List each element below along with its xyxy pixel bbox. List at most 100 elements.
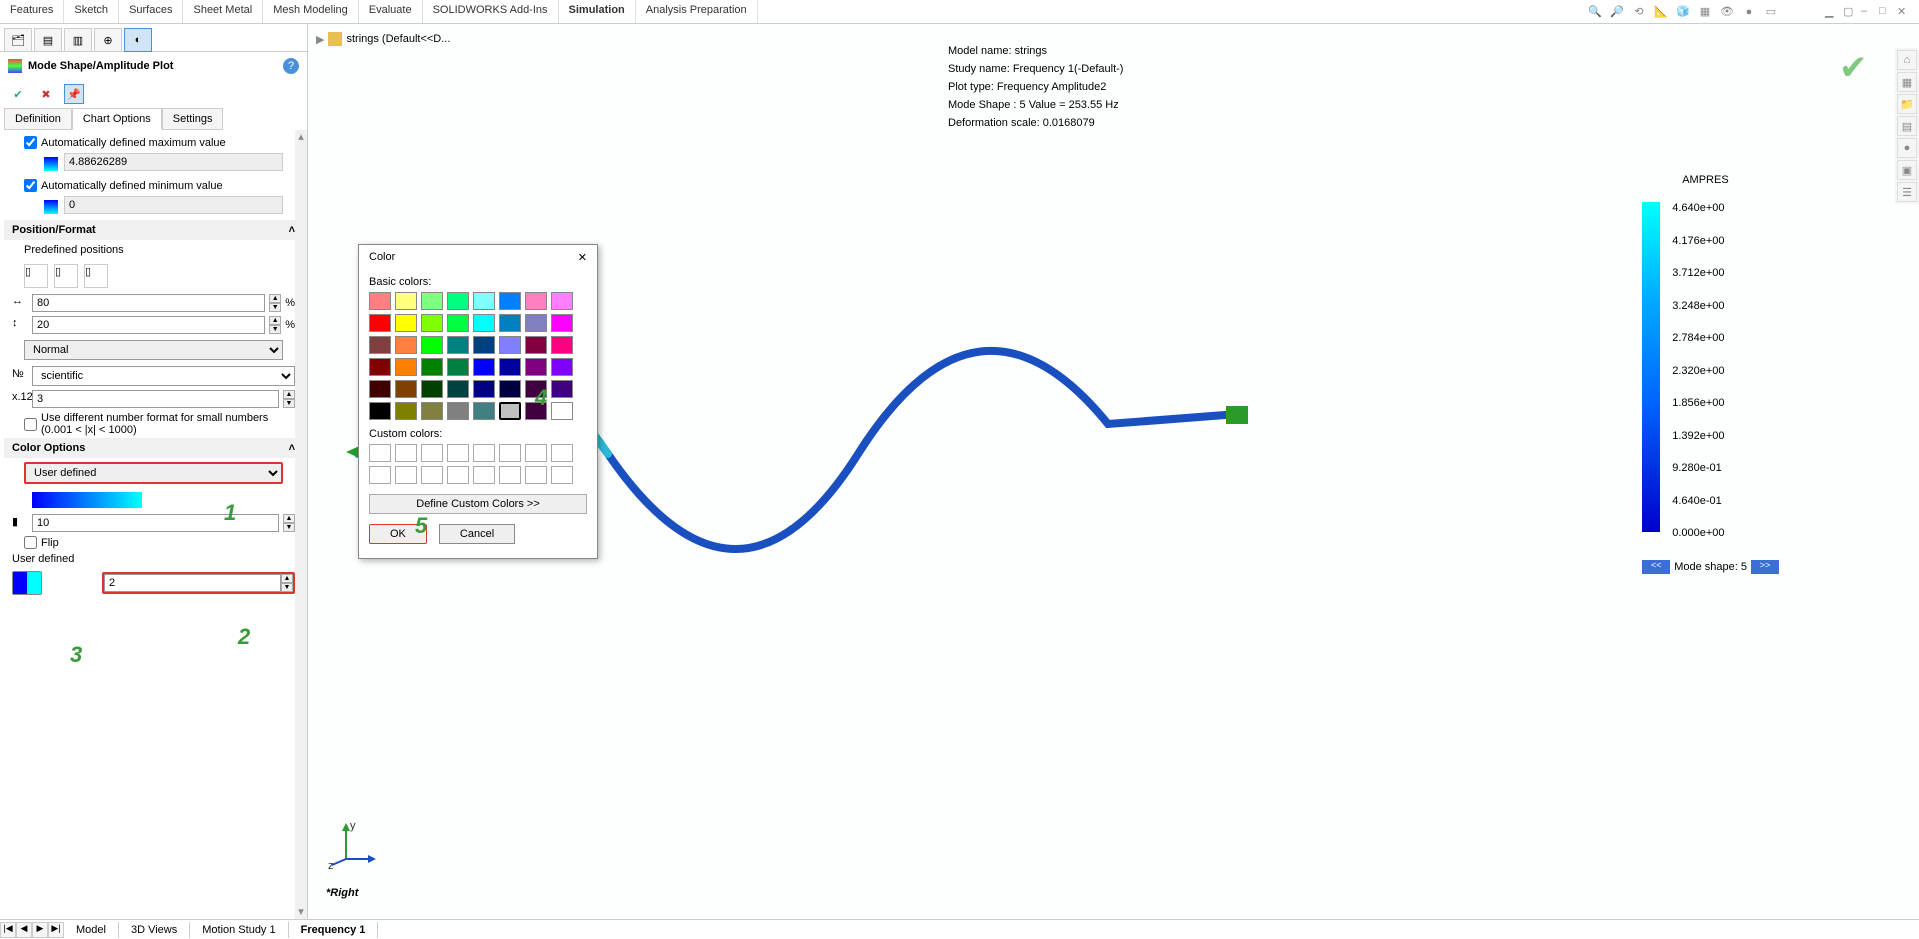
custom-color-cell[interactable] [473, 466, 495, 484]
auto-min-checkbox[interactable] [24, 179, 37, 192]
basic-color-cell[interactable] [421, 380, 443, 398]
panel-tab-display[interactable]: ▥ [64, 28, 92, 52]
custom-color-cell[interactable] [395, 466, 417, 484]
flip-checkbox[interactable] [24, 536, 37, 549]
custom-color-cell[interactable] [447, 466, 469, 484]
btab-motion[interactable]: Motion Study 1 [190, 922, 288, 938]
scroll-up-icon[interactable]: ▴ [295, 130, 307, 144]
forum-icon[interactable]: ☰ [1897, 182, 1917, 202]
prev-view-icon[interactable]: ⟲ [1631, 4, 1647, 20]
scroll-down-icon[interactable]: ▾ [295, 905, 307, 919]
tab-first-icon[interactable]: |◀ [0, 922, 16, 938]
y-input[interactable] [32, 316, 265, 334]
appearance-icon[interactable]: ● [1741, 4, 1757, 20]
basic-color-cell[interactable] [447, 336, 469, 354]
panel-tab-dims[interactable]: ⊕ [94, 28, 122, 52]
zoom-fit-icon[interactable]: 🔍 [1587, 4, 1603, 20]
custom-color-cell[interactable] [499, 466, 521, 484]
section-icon[interactable]: 📐 [1653, 4, 1669, 20]
tab-sheetmetal[interactable]: Sheet Metal [183, 0, 263, 23]
x-down[interactable]: ▼ [269, 303, 281, 312]
basic-color-cell[interactable] [395, 292, 417, 310]
basic-color-cell[interactable] [499, 314, 521, 332]
basic-color-cell[interactable] [395, 402, 417, 420]
prec-down[interactable]: ▼ [283, 399, 295, 408]
cancel-button[interactable]: Cancel [439, 524, 515, 544]
basic-color-cell[interactable] [421, 358, 443, 376]
tab-features[interactable]: Features [0, 0, 64, 23]
pin-button[interactable]: 📌 [64, 84, 84, 104]
appearances-icon[interactable]: ● [1897, 138, 1917, 158]
tab-last-icon[interactable]: ▶| [48, 922, 64, 938]
basic-color-cell[interactable] [395, 358, 417, 376]
tab-evaluate[interactable]: Evaluate [359, 0, 423, 23]
basic-color-cell[interactable] [369, 292, 391, 310]
basic-color-cell[interactable] [473, 402, 495, 420]
user-color-swatches[interactable] [12, 571, 42, 595]
basic-color-cell[interactable] [395, 336, 417, 354]
normal-select[interactable]: Normal [24, 340, 283, 360]
panel-scrollbar[interactable]: ▴ ▾ [295, 130, 307, 919]
auto-max-checkbox[interactable] [24, 136, 37, 149]
basic-color-cell[interactable] [395, 380, 417, 398]
reject-button[interactable]: ✖ [36, 84, 56, 104]
tab-prev-icon[interactable]: ◀ [16, 922, 32, 938]
custom-color-cell[interactable] [525, 444, 547, 462]
btab-frequency[interactable]: Frequency 1 [289, 922, 379, 938]
basic-color-cell[interactable] [551, 314, 573, 332]
basic-color-cell[interactable] [447, 380, 469, 398]
basic-color-cell[interactable] [499, 292, 521, 310]
basic-color-cell[interactable] [473, 336, 495, 354]
custom-color-cell[interactable] [525, 466, 547, 484]
hide-show-icon[interactable]: 👁 [1719, 4, 1735, 20]
breadcrumb-arrow-icon[interactable]: ▶ [316, 33, 324, 46]
tab-sketch[interactable]: Sketch [64, 0, 119, 23]
accept-button[interactable]: ✔ [8, 84, 28, 104]
basic-color-cell[interactable] [421, 292, 443, 310]
custom-color-cell[interactable] [395, 444, 417, 462]
color-options-header[interactable]: Color Options ˄ [4, 438, 303, 458]
basic-color-cell[interactable] [395, 314, 417, 332]
display-style-icon[interactable]: ▦ [1697, 4, 1713, 20]
view-orient-icon[interactable]: 🧊 [1675, 4, 1691, 20]
library-icon[interactable]: 📁 [1897, 94, 1917, 114]
basic-color-cell[interactable] [421, 314, 443, 332]
color-source-select[interactable]: User defined [24, 462, 283, 484]
mode-next-button[interactable]: >> [1751, 560, 1779, 574]
basic-color-cell[interactable] [499, 380, 521, 398]
breadcrumb[interactable]: ▶ strings (Default<<D... [316, 32, 450, 46]
accept-overlay-icon[interactable]: ✔ [1839, 48, 1879, 78]
prec-up[interactable]: ▲ [283, 390, 295, 399]
custom-color-cell[interactable] [369, 466, 391, 484]
panel-tab-config[interactable]: ▤ [34, 28, 62, 52]
subtab-definition[interactable]: Definition [4, 108, 72, 130]
subtab-settings[interactable]: Settings [162, 108, 224, 130]
btab-3dviews[interactable]: 3D Views [119, 922, 190, 938]
custom-color-cell[interactable] [421, 466, 443, 484]
win-min2-icon[interactable]: – [1861, 5, 1875, 19]
btab-model[interactable]: Model [64, 922, 119, 938]
zoom-area-icon[interactable]: 🔎 [1609, 4, 1625, 20]
basic-color-cell[interactable] [551, 358, 573, 376]
custom-props-icon[interactable]: ▣ [1897, 160, 1917, 180]
scene-icon[interactable]: ▭ [1763, 4, 1779, 20]
basic-color-cell[interactable] [369, 380, 391, 398]
custom-color-cell[interactable] [447, 444, 469, 462]
breadcrumb-text[interactable]: strings (Default<<D... [346, 33, 450, 45]
dialog-close-icon[interactable]: ✕ [578, 251, 587, 264]
basic-color-cell[interactable] [473, 358, 495, 376]
basic-color-cell[interactable] [473, 380, 495, 398]
basic-color-cell[interactable] [473, 292, 495, 310]
x-up[interactable]: ▲ [269, 294, 281, 303]
count-down[interactable]: ▼ [283, 523, 295, 532]
format-select[interactable]: scientific [32, 366, 295, 386]
custom-color-cell[interactable] [551, 466, 573, 484]
basic-color-cell[interactable] [525, 314, 547, 332]
basic-color-cell[interactable] [369, 314, 391, 332]
basic-color-cell[interactable] [525, 358, 547, 376]
y-down[interactable]: ▼ [269, 325, 281, 334]
count-input[interactable] [32, 514, 279, 532]
mode-prev-button[interactable]: << [1642, 560, 1670, 574]
basic-color-cell[interactable] [551, 292, 573, 310]
count-up[interactable]: ▲ [283, 514, 295, 523]
